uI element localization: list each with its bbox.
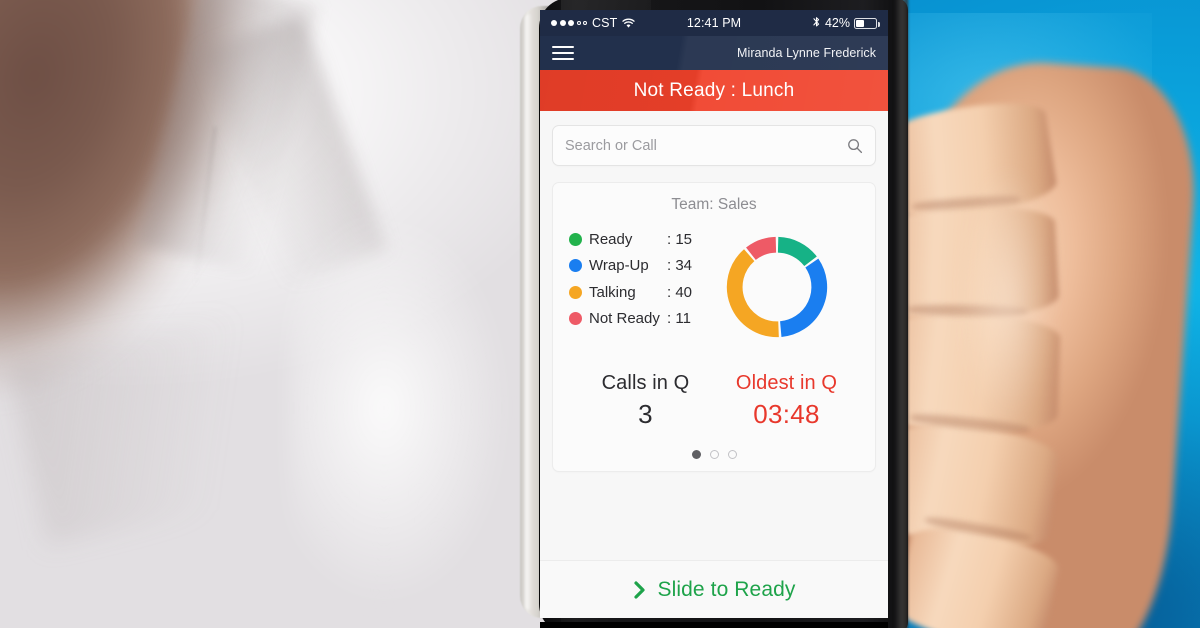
main-content: Team: Sales Ready : 15 Wrap-Up : 34 — [540, 111, 888, 618]
oldest-in-queue-value: 03:48 — [753, 399, 820, 429]
hand-highlight — [948, 138, 1080, 541]
pager-dot-1[interactable] — [691, 450, 701, 459]
pager-dot-3[interactable] — [727, 450, 737, 459]
battery-icon — [854, 17, 880, 29]
legend-value-talking: : 40 — [667, 283, 693, 301]
oldest-in-queue-metric: Oldest in Q 03:48 — [716, 372, 857, 430]
legend-label-ready: Ready — [589, 230, 633, 248]
legend-swatch-talking — [569, 285, 582, 299]
donut-segment-wrap-up — [779, 258, 827, 337]
pager-dot-2[interactable] — [709, 450, 719, 459]
user-name-label[interactable]: Miranda Lynne Frederick — [737, 46, 876, 60]
body-edge — [894, 0, 908, 628]
legend-label-talking: Talking — [589, 283, 636, 301]
queue-metrics: Calls in Q 3 Oldest in Q 03:48 — [567, 372, 861, 430]
donut-segment-ready — [776, 236, 817, 267]
bluetooth-icon — [812, 16, 821, 31]
legend-value-wrap-up: : 34 — [667, 257, 693, 275]
oldest-in-queue-label: Oldest in Q — [735, 372, 838, 394]
smartphone-device: CST 12:41 PM 42% Miranda Lynne Frederick… — [520, 0, 908, 628]
legend-swatch-not-ready — [569, 312, 582, 326]
legend-swatch-wrap-up — [569, 259, 582, 273]
stats-row: Ready : 15 Wrap-Up : 34 Talking : 40 Not… — [567, 226, 861, 346]
shirt-highlight — [288, 188, 528, 628]
rail-highlight — [525, 14, 532, 610]
search-bar[interactable] — [552, 125, 876, 166]
calls-in-queue-metric: Calls in Q 3 — [575, 372, 716, 430]
slide-to-ready-button[interactable]: Slide to Ready — [540, 560, 888, 618]
legend-swatch-ready — [569, 232, 582, 246]
screen-bottom-strip — [540, 622, 888, 628]
search-input[interactable] — [565, 137, 847, 154]
calls-in-queue-value: 3 — [638, 399, 653, 429]
carousel-pager[interactable] — [567, 450, 861, 459]
agent-status-header[interactable]: Not Ready : Lunch — [540, 70, 888, 111]
donut-chart — [692, 226, 861, 346]
legend-item-ready[interactable]: Ready : 15 — [569, 226, 692, 253]
legend-item-talking[interactable]: Talking : 40 — [569, 279, 692, 306]
legend-value-not-ready: : 11 — [667, 310, 691, 328]
team-stats-card: Team: Sales Ready : 15 Wrap-Up : 34 Talk… — [552, 182, 876, 472]
card-title: Team: Sales — [671, 196, 757, 213]
calls-in-queue-label: Calls in Q — [601, 372, 690, 394]
battery-percent-label: 42% — [824, 16, 850, 30]
search-icon[interactable] — [847, 138, 863, 154]
legend-label-not-ready: Not Ready — [589, 310, 660, 328]
chevron-right-icon — [633, 580, 647, 600]
status-bar: CST 12:41 PM 42% — [540, 10, 888, 36]
hamburger-menu-icon[interactable] — [552, 45, 574, 61]
phone-screen: CST 12:41 PM 42% Miranda Lynne Frederick… — [540, 10, 888, 618]
legend-item-not-ready[interactable]: Not Ready : 11 — [569, 306, 692, 333]
donut-segment-not-ready — [745, 236, 777, 261]
legend-item-wrap-up[interactable]: Wrap-Up : 34 — [569, 253, 692, 280]
agent-status-label: Not Ready : Lunch — [633, 79, 795, 101]
legend-value-ready: : 15 — [667, 230, 693, 248]
donut-segment-talking — [726, 249, 779, 338]
chart-legend: Ready : 15 Wrap-Up : 34 Talking : 40 Not… — [567, 226, 692, 332]
legend-label-wrap-up: Wrap-Up — [589, 257, 649, 275]
slide-to-ready-label: Slide to Ready — [657, 577, 796, 601]
status-bar-right: 42% — [812, 16, 880, 31]
app-navbar: Miranda Lynne Frederick — [540, 36, 888, 70]
donut-chart-svg — [726, 236, 827, 338]
